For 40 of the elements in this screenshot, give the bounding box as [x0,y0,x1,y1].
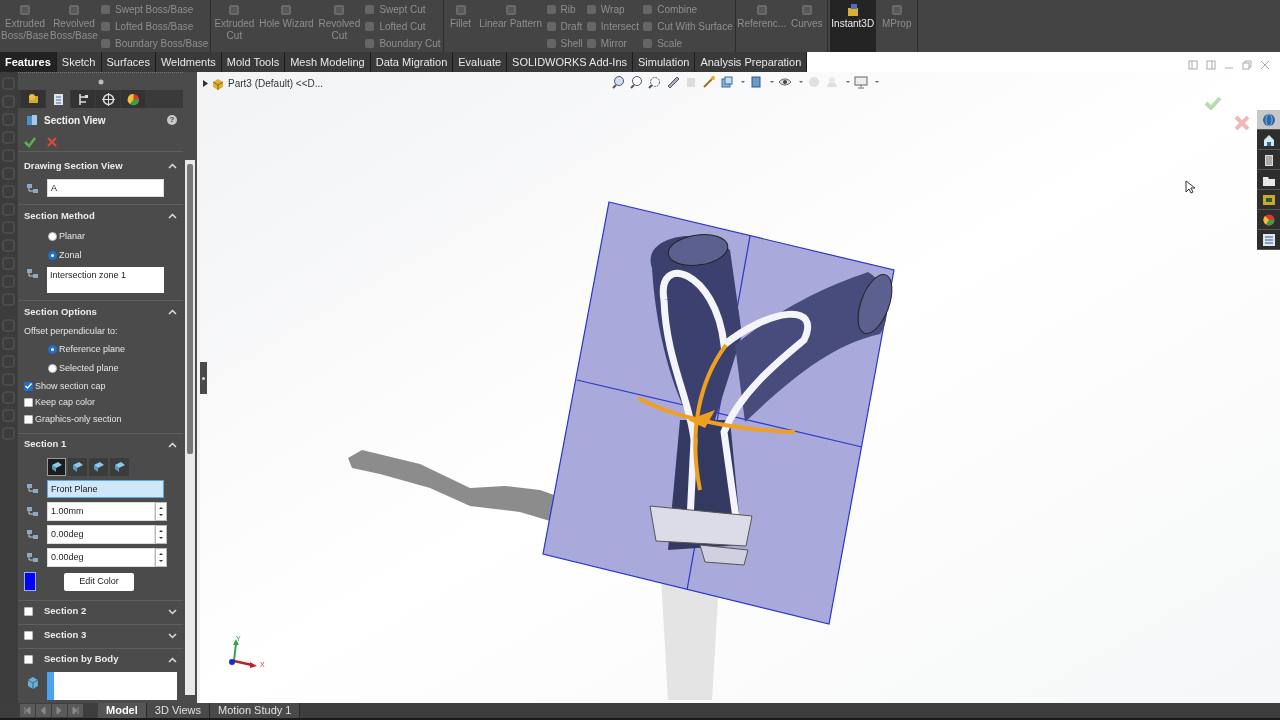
edit-color-button[interactable]: Edit Color [64,572,134,591]
number-field[interactable]: 0.00deg [47,524,155,544]
command-tab[interactable]: Analysis Preparation [695,52,808,72]
command-tab[interactable]: Data Migration [370,52,454,72]
section-header[interactable]: Drawing Section View [24,158,163,174]
checkbox-label[interactable]: Keep cap color [35,396,96,410]
command-tab[interactable]: Sketch [56,52,102,72]
option-label: Offset perpendicular to: [24,324,118,338]
section-header[interactable]: Section 3 [44,628,163,643]
radio-label[interactable]: Selected plane [59,361,119,376]
command-tab[interactable]: Features [0,52,57,72]
text-field[interactable]: Front Plane [47,479,164,498]
bottom-tab[interactable]: Model [98,703,147,718]
section-header[interactable]: Section 2 [44,604,163,619]
panel-title: Section View [44,113,107,128]
bottom-tab[interactable]: 3D Views [146,703,211,718]
command-tab[interactable]: Mold Tools [221,52,286,72]
command-tab[interactable]: SOLIDWORKS Add-Ins [507,52,634,72]
ribbon-button[interactable]: Instant3D [829,0,876,52]
checkbox-label[interactable]: Show section cap [35,379,106,393]
command-tab[interactable]: Mesh Modeling [285,52,371,72]
section-header[interactable]: Section by Body [44,652,163,667]
command-tab[interactable]: Weldments [155,52,222,72]
command-tab[interactable]: Surfaces [101,52,156,72]
command-tab[interactable]: Simulation [633,52,696,72]
radio-label[interactable]: Reference plane [59,342,126,357]
radio-label[interactable]: Planar [59,229,85,244]
radio-label[interactable]: Zonal [59,248,82,263]
bottom-tab[interactable]: Motion Study 1 [210,703,301,718]
number-field[interactable]: 0.00deg [47,547,155,567]
number-field[interactable]: 1.00mm [47,501,155,521]
text-field[interactable]: A [47,179,164,197]
section-header[interactable]: Section Method [24,208,163,224]
help-button[interactable]: ? [167,115,177,125]
section-header[interactable]: Section 1 [24,437,163,452]
feature-tree-item[interactable]: Part3 (Default) <<D... [228,76,324,91]
text-field[interactable]: Intersection zone 1 [47,267,164,293]
section-header[interactable]: Section Options [24,304,163,320]
checkbox-label[interactable]: Graphics-only section [35,412,122,426]
command-tab[interactable]: Evaluate [453,52,508,72]
